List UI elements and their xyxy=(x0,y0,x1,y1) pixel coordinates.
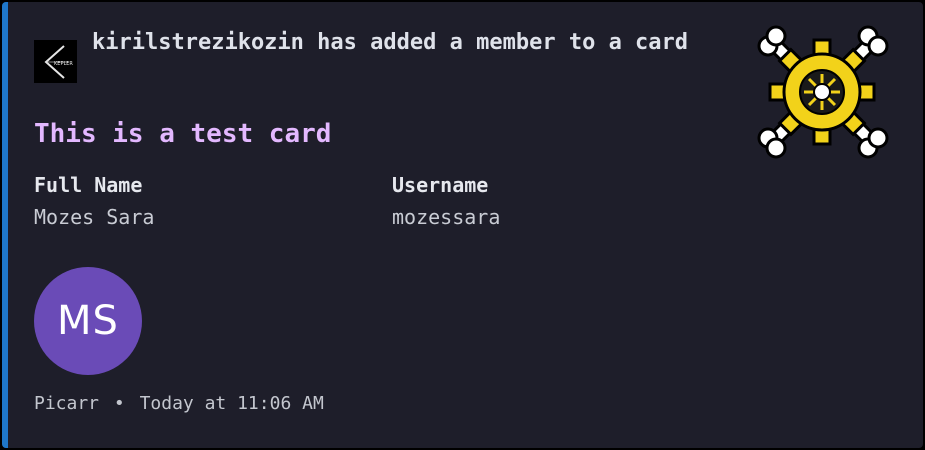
author-avatar[interactable]: KEPLER xyxy=(34,40,77,83)
field-full-name: Full Name Mozes Sara xyxy=(34,170,154,234)
footer-source: Picarr xyxy=(34,393,100,414)
field-full-name-label: Full Name xyxy=(34,173,143,197)
author-name[interactable]: kirilstrezikozin xyxy=(92,30,304,55)
field-username-value: mozessara xyxy=(392,205,501,229)
embed-footer: Picarr • Today at 11:06 AM xyxy=(34,390,324,418)
embed-author[interactable]: kirilstrezikozin has added a member to a… xyxy=(92,24,692,62)
author-action: has added a member to a card xyxy=(317,30,689,55)
embed-accent-bar xyxy=(2,2,8,448)
footer-separator: • xyxy=(113,393,125,414)
kepler-logo-icon: KEPLER xyxy=(34,40,77,83)
field-username: Username mozessara xyxy=(392,170,500,234)
embed-thumbnail[interactable] xyxy=(754,24,890,160)
field-full-name-value: Mozes Sara xyxy=(34,205,155,229)
member-avatar[interactable]: MS xyxy=(34,267,142,375)
embed-title: This is a test card xyxy=(34,119,332,149)
gear-crossbones-icon xyxy=(757,25,889,159)
embed-card: KEPLER kirilstrezikozin has added a memb… xyxy=(0,0,925,450)
field-username-label: Username xyxy=(392,173,489,197)
footer-timestamp: Today at 11:06 AM xyxy=(139,393,324,414)
svg-text:KEPLER: KEPLER xyxy=(54,61,73,67)
